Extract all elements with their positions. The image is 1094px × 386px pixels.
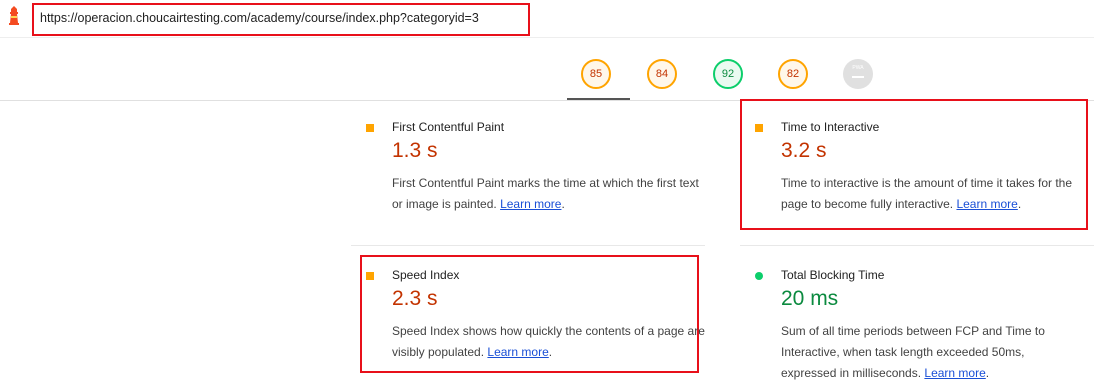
lighthouse-icon [9, 6, 19, 25]
period: . [548, 345, 553, 359]
metric-title: Total Blocking Time [781, 268, 885, 282]
gauge-best-practices-score: 92 [721, 68, 735, 80]
period: . [1017, 197, 1022, 211]
metric-description-text: Time to interactive is the amount of tim… [781, 176, 1073, 211]
learn-more-link[interactable]: Learn more [487, 345, 548, 359]
metric-description-text: Sum of all time periods between FCP and … [781, 324, 1045, 380]
metric-title: Time to Interactive [781, 120, 880, 134]
gauge-performance[interactable]: 85 [580, 58, 612, 90]
metric-description: Sum of all time periods between FCP and … [781, 321, 1081, 384]
gauge-seo[interactable]: 82 [777, 58, 809, 90]
metric-value: 20 ms [781, 287, 839, 310]
address-bar: https://operacion.choucairtesting.com/ac… [0, 0, 1094, 38]
metric-title: First Contentful Paint [392, 120, 505, 134]
url-highlight-box[interactable]: https://operacion.choucairtesting.com/ac… [32, 3, 530, 36]
metric-description: Speed Index shows how quickly the conten… [392, 321, 712, 363]
metric-value: 2.3 s [392, 287, 438, 310]
gauge-accessibility-score: 84 [655, 68, 669, 80]
metric-value: 3.2 s [781, 139, 827, 162]
learn-more-link[interactable]: Learn more [500, 197, 561, 211]
average-status-icon [366, 272, 374, 280]
metric-description: Time to interactive is the amount of tim… [781, 173, 1094, 215]
metric-title: Speed Index [392, 268, 460, 282]
address-bar-divider [0, 37, 1094, 38]
metric-description: First Contentful Paint marks the time at… [392, 173, 712, 215]
metric-value: 1.3 s [392, 139, 438, 162]
url-text[interactable]: https://operacion.choucairtesting.com/ac… [40, 11, 479, 25]
average-status-icon [366, 124, 374, 132]
metric-row-divider [351, 245, 705, 246]
pass-status-icon [755, 272, 763, 280]
gauge-performance-score: 85 [589, 68, 603, 80]
gauge-pwa[interactable]: PWA [842, 58, 874, 90]
gauge-pwa-label: PWA [852, 65, 864, 71]
period: . [561, 197, 565, 211]
learn-more-link[interactable]: Learn more [924, 366, 985, 380]
gauge-best-practices[interactable]: 92 [712, 58, 744, 90]
score-gauges: 85 84 92 82 PWA [0, 58, 1094, 98]
period: . [985, 366, 990, 380]
gauge-seo-score: 82 [786, 68, 800, 80]
metric-row-divider [740, 245, 1094, 246]
learn-more-link[interactable]: Learn more [956, 197, 1017, 211]
gauge-accessibility[interactable]: 84 [646, 58, 678, 90]
average-status-icon [755, 124, 763, 132]
